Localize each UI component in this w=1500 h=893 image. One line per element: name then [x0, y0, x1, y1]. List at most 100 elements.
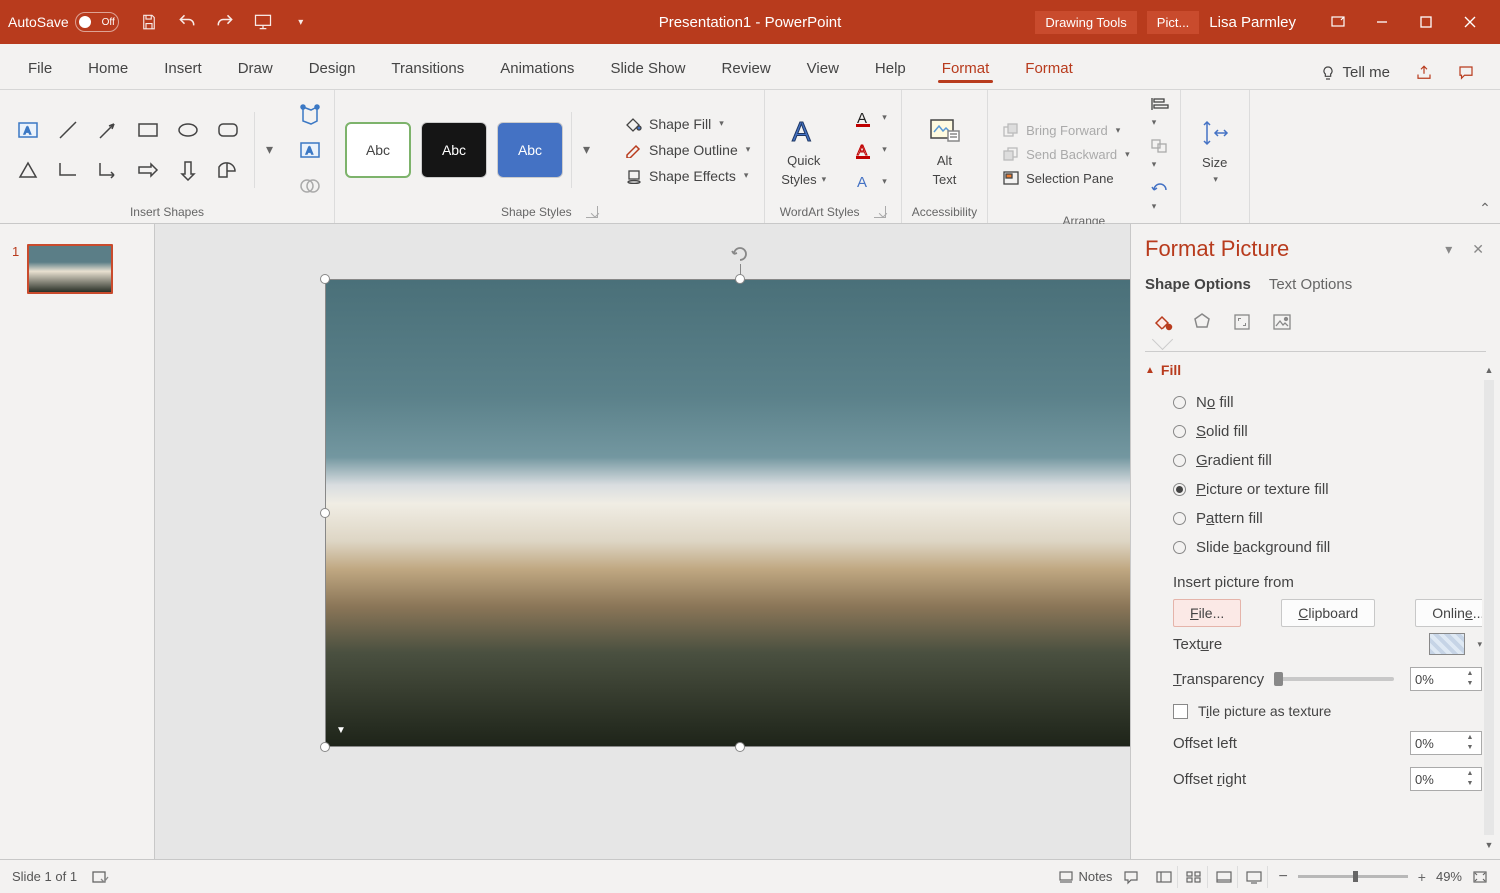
pane-close-icon[interactable]: ✕ [1472, 241, 1484, 258]
radio-pattern-fill[interactable]: Pattern fill [1145, 504, 1482, 533]
tell-me[interactable]: Tell me [1314, 56, 1396, 89]
share-icon[interactable] [1410, 59, 1438, 87]
tab-design[interactable]: Design [291, 50, 374, 89]
normal-view-icon[interactable] [1150, 866, 1178, 888]
pane-scrollbar[interactable]: ▲▼ [1482, 362, 1496, 853]
slideshow-view-icon[interactable] [1240, 866, 1268, 888]
pane-tab-text-options[interactable]: Text Options [1269, 276, 1352, 293]
texture-picker[interactable] [1429, 633, 1465, 655]
radio-slide-bg-fill[interactable]: Slide background fill [1145, 533, 1482, 562]
reading-view-icon[interactable] [1210, 866, 1238, 888]
comments-button-icon[interactable] [1122, 869, 1140, 885]
notes-button[interactable]: Notes [1058, 869, 1112, 884]
style-more-icon[interactable]: ▾ [571, 112, 601, 188]
fill-section-header[interactable]: ▲ Fill [1145, 362, 1482, 378]
pane-options-icon[interactable]: ▾ [1445, 241, 1452, 258]
tile-checkbox-row[interactable]: Tile picture as texture [1145, 697, 1482, 725]
transparency-input[interactable]: 0%▲▼ [1410, 667, 1482, 691]
offset-left-input[interactable]: 0%▲▼ [1410, 731, 1482, 755]
tab-home[interactable]: Home [70, 50, 146, 89]
spellcheck-icon[interactable] [91, 869, 109, 885]
user-name[interactable]: Lisa Parmley [1209, 14, 1296, 31]
shape-effects-button[interactable]: Shape Effects▾ [619, 166, 754, 186]
slide-thumbnail[interactable] [27, 244, 113, 294]
tab-slideshow[interactable]: Slide Show [592, 50, 703, 89]
shape-style-gallery[interactable]: Abc Abc Abc [345, 122, 563, 178]
rotate-handle-icon[interactable] [730, 244, 750, 264]
text-outline-button[interactable]: A▾ [850, 139, 891, 161]
style-2[interactable]: Abc [421, 122, 487, 178]
zoom-level[interactable]: 49% [1436, 869, 1462, 884]
text-fill-button[interactable]: A▾ [850, 107, 891, 129]
offset-right-input[interactable]: 0%▲▼ [1410, 767, 1482, 791]
file-button[interactable]: File... [1173, 599, 1241, 627]
draw-textbox-icon[interactable]: A [296, 136, 324, 164]
tab-transitions[interactable]: Transitions [373, 50, 482, 89]
collapse-ribbon-icon[interactable]: ⌃ [1470, 90, 1500, 223]
resize-handle[interactable] [735, 742, 745, 752]
rotate-button[interactable]: ▾ [1150, 180, 1170, 212]
tab-format-drawing[interactable]: Format [924, 50, 1008, 89]
shapes-more-icon[interactable]: ▾ [254, 112, 284, 188]
shape-outline-button[interactable]: Shape Outline▾ [619, 140, 754, 160]
comments-icon[interactable] [1452, 59, 1480, 87]
autosave-toggle[interactable]: Off [75, 12, 119, 32]
bring-forward-button[interactable]: Bring Forward▾ [998, 120, 1134, 140]
send-backward-button[interactable]: Send Backward▾ [998, 144, 1134, 164]
radio-no-fill[interactable]: No fill [1145, 388, 1482, 417]
zoom-in-icon[interactable]: + [1418, 869, 1426, 885]
resize-handle[interactable] [735, 274, 745, 284]
edit-shape-icon[interactable] [296, 100, 324, 128]
redo-icon[interactable] [215, 12, 235, 32]
shape-styles-launcher-icon[interactable] [586, 206, 598, 218]
tab-insert[interactable]: Insert [146, 50, 220, 89]
radio-picture-fill[interactable]: Picture or texture fill [1145, 475, 1482, 504]
wordart-launcher-icon[interactable] [874, 206, 886, 218]
picture-tab-icon[interactable] [1265, 305, 1299, 339]
selection-pane-button[interactable]: Selection Pane [998, 168, 1134, 188]
tile-checkbox[interactable] [1173, 704, 1188, 719]
size-button[interactable]: Size ▾ [1191, 111, 1239, 189]
tab-help[interactable]: Help [857, 50, 924, 89]
tab-view[interactable]: View [789, 50, 857, 89]
slideshow-start-icon[interactable] [253, 12, 273, 32]
align-button[interactable]: ▾ [1150, 96, 1170, 128]
alt-text-button[interactable]: AltText [920, 109, 968, 191]
resize-handle[interactable] [320, 508, 330, 518]
tab-review[interactable]: Review [703, 50, 788, 89]
fill-line-tab-icon[interactable] [1145, 305, 1179, 339]
transparency-slider[interactable] [1274, 677, 1394, 681]
tab-file[interactable]: File [10, 50, 70, 89]
shape-fill-button[interactable]: Shape Fill▾ [619, 114, 754, 134]
minimize-icon[interactable] [1360, 7, 1404, 37]
fit-to-window-icon[interactable] [1472, 870, 1488, 884]
radio-gradient-fill[interactable]: Gradient fill [1145, 446, 1482, 475]
maximize-icon[interactable] [1404, 7, 1448, 37]
pane-tab-shape-options[interactable]: Shape Options [1145, 276, 1251, 293]
resize-handle[interactable] [320, 274, 330, 284]
quick-styles-button[interactable]: A Quick Styles▾ [775, 109, 832, 191]
size-tab-icon[interactable] [1225, 305, 1259, 339]
qat-more-icon[interactable]: ▾ [291, 12, 311, 32]
clipboard-button[interactable]: Clipboard [1281, 599, 1375, 627]
zoom-out-icon[interactable]: − [1278, 868, 1287, 886]
close-icon[interactable] [1448, 7, 1492, 37]
text-effects-button[interactable]: A▾ [850, 171, 891, 193]
ribbon-display-icon[interactable] [1316, 7, 1360, 37]
slide-counter[interactable]: Slide 1 of 1 [12, 869, 77, 884]
tab-animations[interactable]: Animations [482, 50, 592, 89]
style-3[interactable]: Abc [497, 122, 563, 178]
group-button[interactable]: ▾ [1150, 138, 1170, 170]
selected-picture[interactable]: ▼ [325, 279, 1130, 747]
tab-draw[interactable]: Draw [220, 50, 291, 89]
shapes-gallery[interactable]: A [10, 112, 246, 188]
slide-canvas[interactable]: ▼ [155, 224, 1130, 859]
save-icon[interactable] [139, 12, 159, 32]
resize-handle[interactable] [320, 742, 330, 752]
slide-sorter-icon[interactable] [1180, 866, 1208, 888]
zoom-slider[interactable] [1298, 875, 1408, 878]
tab-format-picture[interactable]: Format [1007, 50, 1091, 89]
style-1[interactable]: Abc [345, 122, 411, 178]
effects-tab-icon[interactable] [1185, 305, 1219, 339]
merge-shapes-icon[interactable] [296, 172, 324, 200]
